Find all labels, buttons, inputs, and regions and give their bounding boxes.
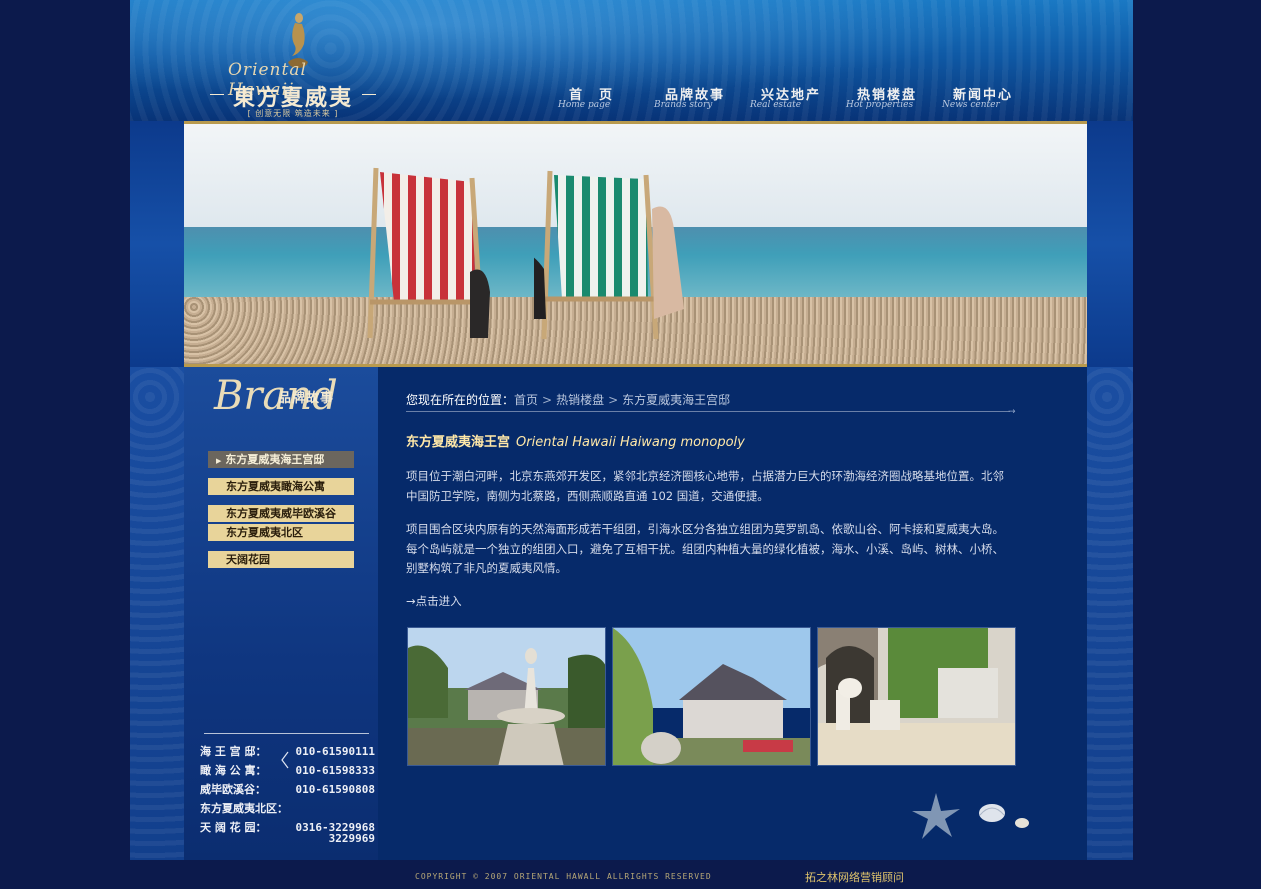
photo-gallery [407,627,1016,766]
green-striped-chair-image [534,170,684,340]
breadcrumb-hot-properties[interactable]: 热销楼盘 [556,393,604,407]
contact-list: 海 王 宫 邸： 010-61590111 瞰 海 公 寓： 010-61598… [200,733,375,846]
sidebar-item-label: 东方夏威夷海王宫邸 [225,453,325,466]
copyright-text: COPYRIGHT © 2007 ORIENTAL HAWALL ALLRIGH… [415,872,712,881]
logo-slogan: [ 创意无限 筑造未来 ] [247,109,339,118]
contact-phone: 010-61598333 [295,764,375,777]
nav-sublabel: News center [942,100,1000,110]
contact-name: 天 阔 花 园： [200,821,267,834]
contact-phone: 0316-3229968 [295,821,375,834]
sidebar-brand-heading: Brand 品牌故事 [214,373,354,427]
contact-row: 3229969 [200,832,375,846]
sidebar-menu: ▶ 东方夏威夷海王宫邸 东方夏威夷瞰海公寓 东方夏威夷威毕欧溪谷 东方夏威夷北区 … [208,451,354,578]
right-decor-strip [1087,367,1133,860]
contact-name: 东方夏威夷北区： [200,802,288,815]
contact-name: 威毕欧溪谷： [200,783,266,796]
nav-sublabel: Brands story [654,100,713,110]
brand-cn: 品牌故事 [278,391,335,406]
page-title: 东方夏威夷海王宫 Oriental Hawaii Haiwang monopoly [406,431,745,450]
contact-name: 海 王 宫 邸： [200,745,267,758]
sidebar-item-weibiou[interactable]: 东方夏威夷威毕欧溪谷 [208,505,354,522]
main-nav: 首 页 Home page 品牌故事 Brands story 兴达地产 Rea… [555,84,1035,116]
sidebar-item-haiwang[interactable]: ▶ 东方夏威夷海王宫邸 [208,451,354,468]
nav-news-center[interactable]: 新闻中心 News center [939,84,1035,116]
breadcrumb-separator: > [608,393,619,407]
fountain-photo[interactable] [407,627,606,766]
contact-row: 天 阔 花 园： 0316-3229968 [200,818,375,834]
left-decor-strip [130,367,184,860]
contact-divider [204,733,369,734]
sidebar-item-north[interactable]: 东方夏威夷北区 [208,524,354,541]
villa-photo[interactable] [612,627,811,766]
title-cn: 东方夏威夷海王宫 [406,435,511,450]
contact-phone: 010-61590808 [295,783,375,796]
site-footer: COPYRIGHT © 2007 ORIENTAL HAWALL ALLRIGH… [130,860,1133,889]
menu-arrow-icon: ▶ [216,457,222,465]
nav-hot-properties[interactable]: 热销楼盘 Hot properties [843,84,939,116]
sidebar: Brand 品牌故事 ▶ 东方夏威夷海王宫邸 东方夏威夷瞰海公寓 东方夏威夷威毕欧… [184,367,378,860]
contact-name: 瞰 海 公 寓： [200,764,267,777]
enter-link[interactable]: →点击进入 [406,593,462,609]
red-striped-chair-image [367,167,490,339]
page-frame: Oriental Hawaii 東方夏威夷 [ 创意无限 筑造未来 ] 首 页 … [130,0,1133,860]
sidebar-item-label: 天阔花园 [226,553,270,566]
beach-banner-image [184,121,1087,367]
chevron-left-icon[interactable] [280,751,290,769]
sidebar-item-label: 东方夏威夷瞰海公寓 [226,480,325,493]
contact-phone: 010-61590111 [295,745,375,758]
nav-home[interactable]: 首 页 Home page [555,84,651,116]
contact-phone: 3229969 [328,832,375,845]
credit-link[interactable]: 拓之林网络营销顾问 [805,869,904,885]
nav-sublabel: Real estate [750,100,802,110]
breadcrumb-home[interactable]: 首页 [514,393,538,407]
banner-right-edge [1087,121,1133,367]
title-en: Oriental Hawaii Haiwang monopoly [516,435,745,450]
banner-left-edge [130,121,184,367]
starfish-shells-decor [912,793,1029,839]
arrow-right-icon: → [1008,407,1016,417]
site-header: Oriental Hawaii 東方夏威夷 [ 创意无限 筑造未来 ] 首 页 … [130,0,1133,121]
breadcrumb-label: 您现在所在的位置： [406,393,515,407]
sidebar-item-label: 东方夏威夷威毕欧溪谷 [226,507,336,520]
contact-row: 东方夏威夷北区： [200,799,375,818]
breadcrumb-separator: > [542,393,553,407]
main-content: 您现在所在的位置：首页 > 热销楼盘 > 东方夏威夷海王宫邸 → 东方夏威夷海王宫 Ori… [378,367,1087,860]
site-logo[interactable]: Oriental Hawaii 東方夏威夷 [ 创意无限 筑造未来 ] [208,8,378,118]
nav-real-estate[interactable]: 兴达地产 Real estate [747,84,843,116]
nav-sublabel: Hot properties [846,100,914,110]
nav-sublabel: Home page [558,100,611,110]
breadcrumb-current: 东方夏威夷海王宫邸 [622,393,731,407]
sidebar-item-tiankuo[interactable]: 天阔花园 [208,551,354,568]
nav-brand-story[interactable]: 品牌故事 Brands story [651,84,747,116]
intro-paragraph: 项目位于潮白河畔，北京东燕郊开发区，紧邻北京经济圈核心地带，占据潜力巨大的环渤海… [406,469,1004,503]
courtyard-photo[interactable] [817,627,1016,766]
breadcrumb-divider [406,411,1010,412]
sidebar-item-kanhai[interactable]: 东方夏威夷瞰海公寓 [208,478,354,495]
description-paragraph: 项目围合区块内原有的天然海面形成若干组团，引海水区分各独立组团为莫罗凯岛、依歌山… [406,522,1004,575]
contact-row: 威毕欧溪谷： 010-61590808 [200,780,375,799]
breadcrumb: 您现在所在的位置：首页 > 热销楼盘 > 东方夏威夷海王宫邸 [406,391,730,408]
sidebar-item-label: 东方夏威夷北区 [226,526,303,539]
